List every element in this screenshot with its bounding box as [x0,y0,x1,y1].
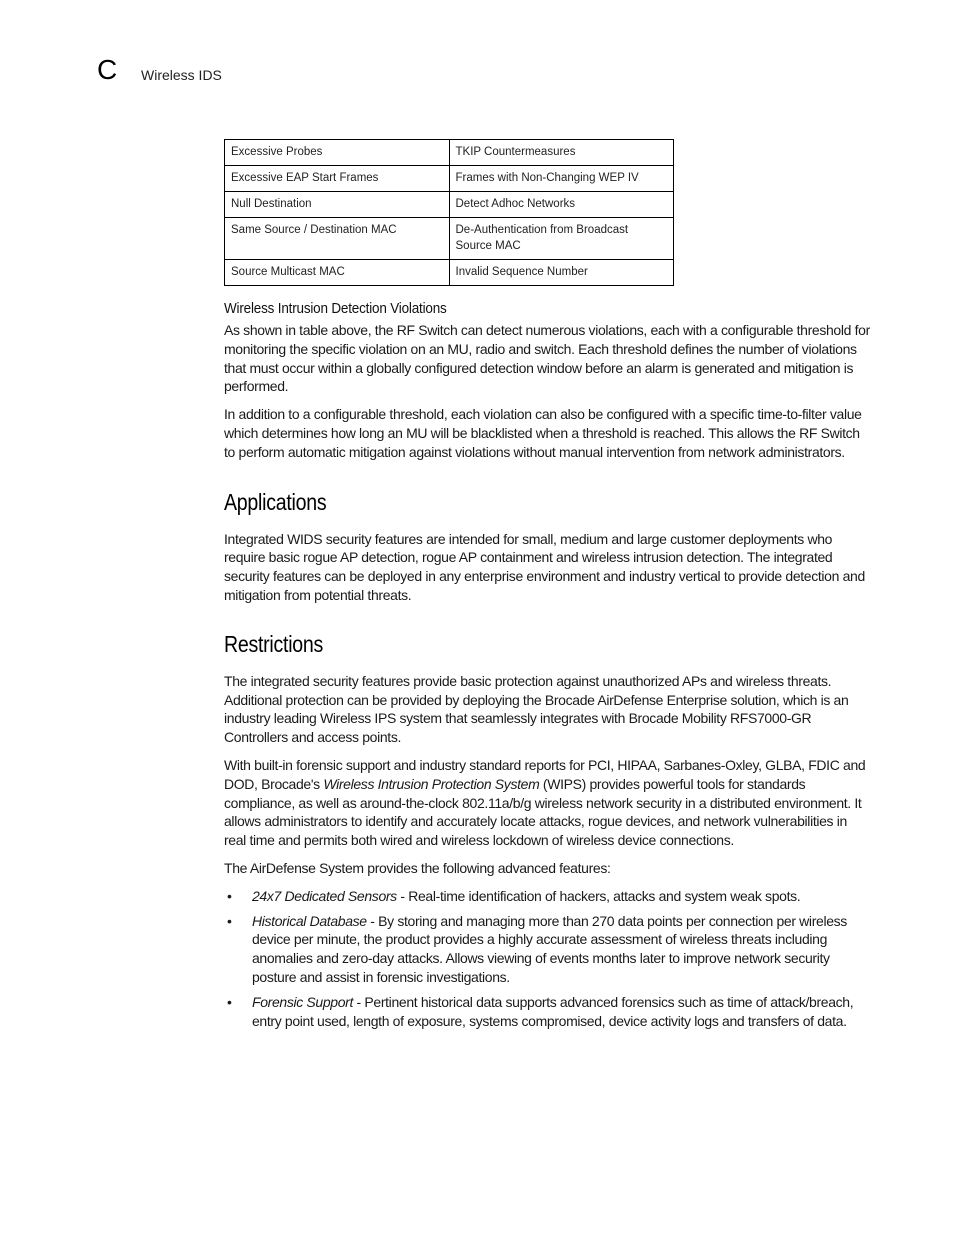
italic-term: Wireless Intrusion Protection System [323,775,540,792]
feature-title: 24x7 Dedicated Sensors [252,887,397,904]
table-row: Source Multicast MAC Invalid Sequence Nu… [224,259,674,286]
section-heading-restrictions: Restrictions [224,630,324,657]
list-item: • 24x7 Dedicated Sensors - Real-time ide… [224,887,870,906]
body-paragraph: As shown in table above, the RF Switch c… [224,322,870,395]
table-cell: Invalid Sequence Number [448,259,674,286]
table-cell: Excessive EAP Start Frames [224,165,450,192]
applications-section: Applications Integrated WIDS security fe… [224,489,870,605]
body-paragraph-wips: With built-in forensic support and indus… [224,756,870,850]
bullet-icon: • [227,887,232,904]
bullet-icon: • [227,912,232,929]
body-paragraph: Integrated WIDS security features are in… [224,530,865,603]
table-cell: TKIP Countermeasures [448,139,674,166]
list-item: • Historical Database - By storing and m… [224,912,870,987]
table-cell: Frames with Non-Changing WEP IV [448,165,674,192]
running-header-title: Wireless IDS [141,67,222,83]
section-heading-applications: Applications [224,488,327,515]
table-cell: Detect Adhoc Networks [448,191,674,218]
body-paragraph: The integrated security features provide… [224,672,849,746]
table-cell: Null Destination [224,191,450,218]
bullet-icon: • [227,993,232,1010]
table-row: Same Source / Destination MAC De-Authent… [224,217,674,260]
table-cell: Excessive Probes [224,139,450,166]
feature-text: - Real-time identification of hackers, a… [396,887,801,904]
table-cell: Source Multicast MAC [224,259,450,286]
violations-table: Excessive Probes TKIP Countermeasures Ex… [224,139,674,286]
feature-title: Forensic Support [252,993,354,1010]
violations-subheading: Wireless Intrusion Detection Violations [224,301,447,317]
table-cell: Same Source / Destination MAC [224,217,450,260]
list-item: • Forensic Support - Pertinent historica… [224,993,870,1031]
features-list: • 24x7 Dedicated Sensors - Real-time ide… [224,887,870,1031]
table-row: Excessive Probes TKIP Countermeasures [224,139,674,166]
chapter-letter: C [97,54,118,85]
table-cell: De-Authentication from Broadcast Source … [448,217,674,260]
features-intro: The AirDefense System provides the follo… [224,859,611,876]
table-row: Null Destination Detect Adhoc Networks [224,191,674,218]
restrictions-section: Restrictions The integrated security fea… [224,631,870,1031]
body-paragraph: In addition to a configurable threshold,… [224,406,862,460]
page-content: Excessive Probes TKIP Countermeasures Ex… [224,139,870,1036]
table-row: Excessive EAP Start Frames Frames with N… [224,165,674,192]
feature-title: Historical Database [252,912,367,929]
